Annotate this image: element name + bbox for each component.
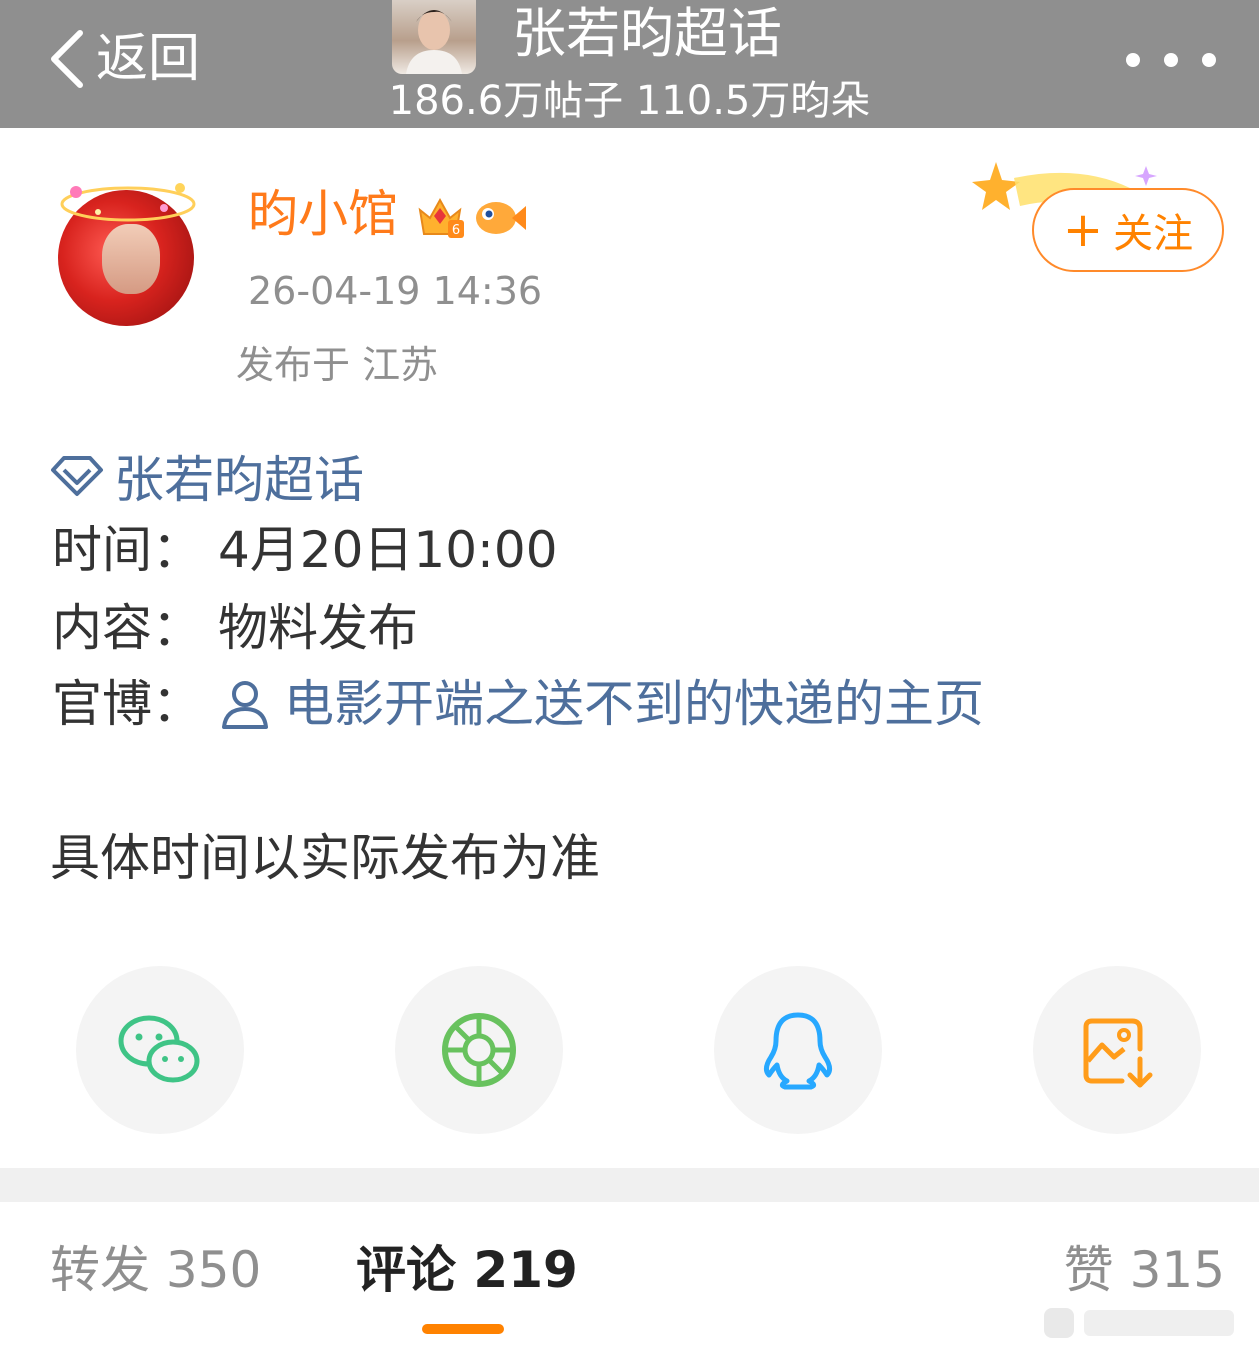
watermark-icon	[1044, 1308, 1234, 1338]
info-value: 4月20日10:00	[218, 521, 558, 579]
official-account-label: 电影开端之送不到的快递的主页	[284, 675, 984, 733]
diamond-icon	[51, 456, 103, 496]
super-topic-label: 张若昀超话	[114, 451, 364, 509]
tab-likes[interactable]: 赞 315	[1064, 1238, 1225, 1302]
crown-badge-icon: 6	[418, 197, 464, 238]
super-topic-link[interactable]: 张若昀超话	[50, 444, 364, 509]
share-wechat-button[interactable]	[76, 966, 244, 1134]
info-key: 内容：	[52, 599, 202, 657]
section-divider	[0, 1168, 1259, 1202]
save-image-icon	[1083, 1018, 1153, 1088]
info-value: 物料发布	[218, 599, 418, 657]
share-qq-button[interactable]	[714, 966, 882, 1134]
plus-icon: +	[1062, 202, 1104, 258]
info-row-official: 官博： 电影开端之送不到的快递的主页	[52, 672, 984, 736]
post-time: 26-04-19 14:36	[248, 269, 543, 313]
post-location: 发布于 江苏	[236, 343, 439, 387]
post-note: 具体时间以实际发布为准	[50, 829, 600, 887]
avatar[interactable]	[58, 183, 196, 326]
topic-stats: 186.6万帖子 110.5万昀朵	[388, 78, 871, 124]
info-key: 时间：	[52, 521, 202, 579]
top-bar: 返回 张若昀超话 186.6万帖子 110.5万昀朵	[0, 0, 1259, 128]
wechat-icon	[118, 1015, 200, 1083]
tab-repost[interactable]: 转发 350	[50, 1238, 261, 1302]
user-name[interactable]: 昀小馆	[248, 184, 398, 244]
tab-comments[interactable]: 评论 219	[356, 1238, 578, 1302]
save-image-button[interactable]	[1033, 966, 1201, 1134]
info-row-time: 时间： 4月20日10:00	[52, 518, 558, 582]
follow-label: 关注	[1113, 211, 1194, 257]
person-icon	[222, 681, 268, 729]
official-account-link[interactable]: 电影开端之送不到的快递的主页	[218, 672, 984, 736]
active-tab-indicator	[422, 1324, 504, 1334]
fish-badge-icon	[476, 202, 526, 234]
share-moments-button[interactable]	[395, 966, 563, 1134]
more-dots-icon[interactable]	[1126, 40, 1216, 80]
info-row-content: 内容： 物料发布	[52, 596, 418, 660]
moments-icon	[442, 1013, 516, 1087]
topic-title: 张若昀超话	[512, 2, 782, 65]
qq-icon	[763, 1012, 833, 1090]
follow-button[interactable]: + 关注	[1032, 188, 1224, 272]
svg-text:6: 6	[452, 223, 460, 238]
info-key: 官博：	[52, 675, 202, 733]
avatar-face	[102, 224, 160, 294]
topic-thumbnail	[392, 0, 476, 74]
